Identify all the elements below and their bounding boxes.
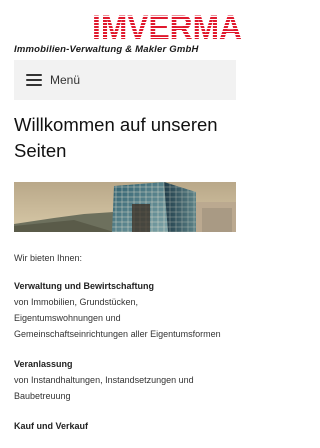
section-title: Veranlassung xyxy=(14,359,73,369)
menu-label: Menü xyxy=(50,73,81,87)
company-name: Immobilien-Verwaltung & Makler GmbH xyxy=(14,44,199,55)
section-line: von Immobilien, Grundstücken, xyxy=(14,297,139,307)
section-title: Verwaltung und Bewirtschaftung xyxy=(14,281,155,291)
service-section: Veranlassung von Instandhaltungen, Insta… xyxy=(14,356,236,404)
service-section: Verwaltung und Bewirtschaftung von Immob… xyxy=(14,278,236,342)
logo-wordmark: IMVERMA xyxy=(92,11,242,45)
main-content: Wir bieten Ihnen: Verwaltung und Bewirts… xyxy=(14,250,236,448)
hamburger-icon xyxy=(26,74,42,86)
service-section: Kauf und Verkauf xyxy=(14,418,236,434)
building-banner-image xyxy=(14,182,236,232)
section-line: Eigentumswohnungen und xyxy=(14,313,121,323)
menu-toggle[interactable]: Menü xyxy=(14,60,236,100)
section-line: Baubetreuung xyxy=(14,391,71,401)
intro-text: Wir bieten Ihnen: xyxy=(14,253,83,263)
site-logo[interactable]: IMVERMA Immobilien-Verwaltung & Makler G… xyxy=(0,0,250,58)
section-line: Gemeinschaftseinrichtungen aller Eigentu… xyxy=(14,329,221,339)
logo-wordmark-text: IMVERMA xyxy=(92,11,242,45)
section-title: Kauf und Verkauf xyxy=(14,421,89,431)
section-line: von Instandhaltungen, Instandsetzungen u… xyxy=(14,375,194,385)
page-title: Willkommen auf unseren Seiten xyxy=(14,114,218,161)
